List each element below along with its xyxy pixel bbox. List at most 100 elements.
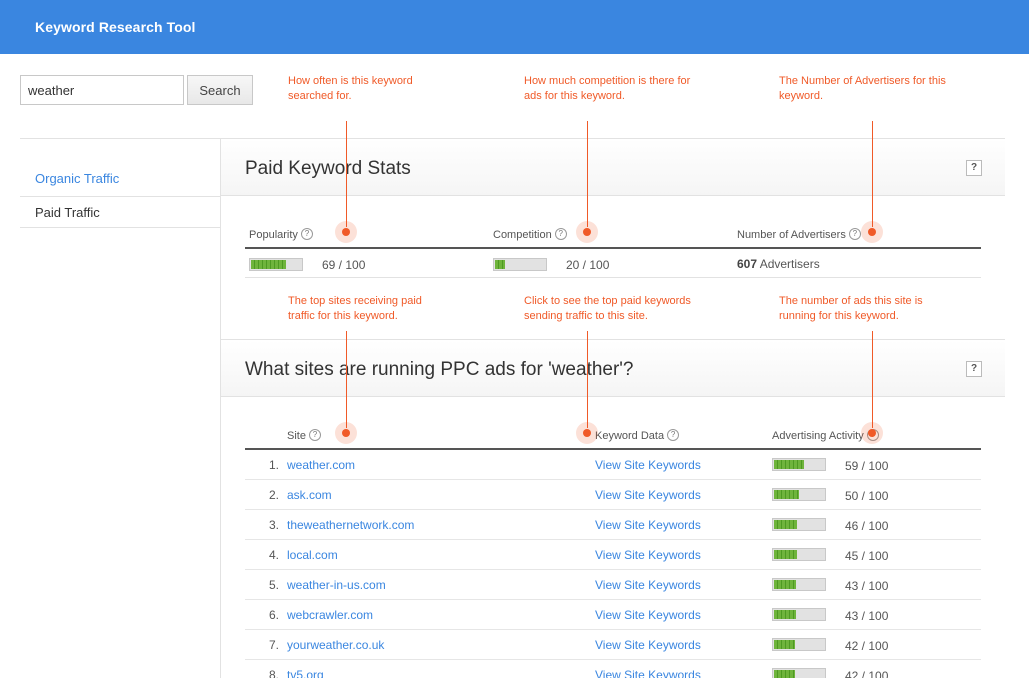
- table-row: 7. yourweather.co.uk View Site Keywords 42 …: [245, 630, 981, 660]
- popularity-bar: [249, 258, 303, 271]
- site-link[interactable]: tv5.org: [287, 668, 324, 678]
- question-circle-icon[interactable]: ?: [300, 228, 313, 240]
- view-site-keywords-link[interactable]: View Site Keywords: [595, 608, 701, 622]
- sidebar-item-organic-traffic[interactable]: Organic Traffic: [20, 163, 220, 195]
- row-rank: 8.: [268, 668, 279, 678]
- search-button[interactable]: Search: [187, 75, 253, 105]
- row-rank: 4.: [268, 548, 279, 562]
- paid-stats-help-icon[interactable]: ?: [966, 160, 982, 176]
- search-input[interactable]: [20, 75, 184, 105]
- activity-bar: [772, 668, 826, 678]
- keyword-data-label: Keyword Data: [595, 430, 665, 442]
- table-row: 1. weather.com View Site Keywords 59 / 100: [245, 450, 981, 480]
- sidebar-item-paid-traffic[interactable]: Paid Traffic: [20, 196, 220, 228]
- competition-header: Competition?: [493, 228, 567, 241]
- paid-stats-header: Paid Keyword Stats ?: [221, 138, 1005, 196]
- annotation-line: How often is this keyword: [288, 75, 413, 87]
- annotation-pointer: [587, 331, 588, 428]
- view-site-keywords-link[interactable]: View Site Keywords: [595, 518, 701, 532]
- annotation-line: sending traffic to this site.: [524, 310, 648, 322]
- ppc-header: What sites are running PPC ads for 'weat…: [221, 339, 1005, 397]
- advertisers-suffix: Advertisers: [759, 257, 820, 271]
- annotation-line: traffic for this keyword.: [288, 310, 398, 322]
- annotation-advertisers: The Number of Advertisers for this keywor…: [779, 74, 946, 104]
- table-row: 4. local.com View Site Keywords 45 / 100: [245, 540, 981, 570]
- site-link[interactable]: webcrawler.com: [287, 608, 373, 622]
- annotation-marker: [335, 221, 357, 243]
- annotation-line: Click to see the top paid keywords: [524, 295, 691, 307]
- question-circle-icon[interactable]: ?: [667, 429, 680, 441]
- activity-value: 59 / 100: [845, 459, 889, 473]
- annotation-pointer: [872, 121, 873, 227]
- paid-stats-title: Paid Keyword Stats: [245, 158, 411, 179]
- annotation-marker: [861, 221, 883, 243]
- activity-bar-fill: [774, 520, 797, 529]
- annotation-pointer: [587, 121, 588, 227]
- view-site-keywords-link[interactable]: View Site Keywords: [595, 488, 701, 502]
- competition-label: Competition: [493, 229, 552, 241]
- activity-bar-fill: [774, 550, 797, 559]
- popularity-bar-fill: [251, 260, 286, 269]
- site-link[interactable]: ask.com: [287, 488, 332, 502]
- ppc-help-icon[interactable]: ?: [966, 361, 982, 377]
- table-row: 6. webcrawler.com View Site Keywords 43 / 1…: [245, 600, 981, 630]
- advertisers-header: Number of Advertisers?: [737, 228, 861, 241]
- activity-value: 42 / 100: [845, 669, 889, 678]
- site-link[interactable]: weather-in-us.com: [287, 578, 386, 592]
- annotation-pointer: [346, 331, 347, 428]
- activity-bar: [772, 458, 826, 471]
- activity-value: 46 / 100: [845, 519, 889, 533]
- stats-header-rule: [245, 247, 981, 249]
- view-site-keywords-link[interactable]: View Site Keywords: [595, 638, 701, 652]
- annotation-pointer: [872, 331, 873, 428]
- view-site-keywords-link[interactable]: View Site Keywords: [595, 548, 701, 562]
- activity-value: 42 / 100: [845, 639, 889, 653]
- activity-value: 43 / 100: [845, 579, 889, 593]
- activity-bar-fill: [774, 490, 799, 499]
- annotation-line: How much competition is there for: [524, 75, 691, 87]
- row-rank: 7.: [268, 638, 279, 652]
- site-label: Site: [287, 430, 306, 442]
- view-site-keywords-link[interactable]: View Site Keywords: [595, 668, 701, 678]
- competition-bar-fill: [495, 260, 505, 269]
- popularity-label: Popularity: [249, 229, 298, 241]
- row-rank: 3.: [268, 518, 279, 532]
- table-row: 8. tv5.org View Site Keywords 42 / 100: [245, 660, 981, 678]
- site-link[interactable]: local.com: [287, 548, 338, 562]
- stats-row-divider: [245, 277, 981, 278]
- view-site-keywords-link[interactable]: View Site Keywords: [595, 578, 701, 592]
- popularity-value: 69 / 100: [322, 258, 366, 272]
- activity-bar-fill: [774, 670, 795, 678]
- row-rank: 1.: [268, 458, 279, 472]
- site-link[interactable]: theweathernetwork.com: [287, 518, 414, 532]
- advertisers-value: 607 Advertisers: [737, 257, 820, 271]
- activity-bar: [772, 548, 826, 561]
- competition-bar: [493, 258, 547, 271]
- activity-bar: [772, 488, 826, 501]
- table-row: 5. weather-in-us.com View Site Keywords 43 …: [245, 570, 981, 600]
- activity-bar-fill: [774, 640, 795, 649]
- advertisers-label: Number of Advertisers: [737, 229, 846, 241]
- sidebar-divider: [220, 138, 221, 678]
- row-rank: 5.: [268, 578, 279, 592]
- row-rank: 6.: [268, 608, 279, 622]
- activity-bar-fill: [774, 460, 804, 469]
- activity-bar: [772, 518, 826, 531]
- annotation-competition: How much competition is there for ads for…: [524, 74, 690, 104]
- annotation-line: running for this keyword.: [779, 310, 899, 322]
- annotation-popularity: How often is this keyword searched for.: [288, 74, 413, 104]
- question-circle-icon[interactable]: ?: [554, 228, 567, 240]
- question-circle-icon[interactable]: ?: [308, 429, 321, 441]
- question-circle-icon[interactable]: ?: [848, 228, 861, 240]
- app-title: Keyword Research Tool: [35, 19, 196, 35]
- site-link[interactable]: weather.com: [287, 458, 355, 472]
- site-link[interactable]: yourweather.co.uk: [287, 638, 384, 652]
- annotation-marker: [335, 422, 357, 444]
- activity-bar: [772, 608, 826, 621]
- view-site-keywords-link[interactable]: View Site Keywords: [595, 458, 701, 472]
- activity-value: 45 / 100: [845, 549, 889, 563]
- activity-value: 43 / 100: [845, 609, 889, 623]
- popularity-header: Popularity?: [249, 228, 313, 241]
- activity-bar-fill: [774, 580, 796, 589]
- activity-bar-fill: [774, 610, 796, 619]
